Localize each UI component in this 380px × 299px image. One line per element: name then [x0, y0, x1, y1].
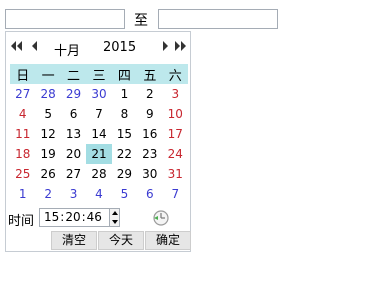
day-cell[interactable]: 4: [86, 184, 111, 204]
day-cell[interactable]: 15: [112, 124, 137, 144]
minute-field[interactable]: 20: [65, 209, 80, 226]
weekday-header: 四: [111, 64, 138, 84]
week-row: 11 12 13 14 15 16 17: [10, 124, 188, 144]
day-cell[interactable]: 1: [112, 84, 137, 104]
weekday-header: 日: [10, 64, 36, 84]
day-cell[interactable]: 4: [10, 104, 35, 124]
weekday-header: 三: [86, 64, 112, 84]
date-picker-popup: 十月 2015 日 一 二 三 四 五 六 27 28 29 30 1 2 3 …: [5, 31, 191, 252]
day-cell[interactable]: 28: [86, 164, 111, 184]
spin-up-icon[interactable]: [110, 209, 119, 218]
day-cell[interactable]: 6: [137, 184, 162, 204]
clock-icon[interactable]: [152, 209, 170, 227]
weekday-header: 五: [137, 64, 163, 84]
day-cell[interactable]: 9: [137, 104, 162, 124]
day-cell[interactable]: 27: [10, 84, 35, 104]
week-row: 27 28 29 30 1 2 3: [10, 84, 188, 104]
day-cell[interactable]: 16: [137, 124, 162, 144]
weekday-header-row: 日 一 二 三 四 五 六: [10, 64, 188, 84]
day-cell[interactable]: 2: [35, 184, 60, 204]
time-row: 时间 15:20:46: [6, 208, 190, 229]
day-cell[interactable]: 2: [137, 84, 162, 104]
day-cell[interactable]: 25: [10, 164, 35, 184]
start-date-input[interactable]: [5, 9, 125, 29]
day-cell[interactable]: 30: [137, 164, 162, 184]
day-cell[interactable]: 14: [86, 124, 111, 144]
day-cell[interactable]: 31: [163, 164, 188, 184]
day-cell[interactable]: 20: [61, 144, 86, 164]
day-cell[interactable]: 10: [163, 104, 188, 124]
next-year-icon[interactable]: [174, 40, 186, 52]
day-cell[interactable]: 28: [35, 84, 60, 104]
year-label[interactable]: 2015: [103, 40, 136, 55]
day-cell[interactable]: 5: [35, 104, 60, 124]
day-cell[interactable]: 23: [137, 144, 162, 164]
day-cell[interactable]: 30: [86, 84, 111, 104]
range-separator: 至: [134, 13, 148, 29]
day-cell[interactable]: 7: [163, 184, 188, 204]
month-label[interactable]: 十月: [54, 40, 80, 59]
selected-day-cell[interactable]: 21: [86, 144, 112, 164]
day-cell[interactable]: 3: [163, 84, 188, 104]
day-cell[interactable]: 29: [61, 84, 86, 104]
prev-year-icon[interactable]: [11, 40, 23, 52]
day-cell[interactable]: 12: [35, 124, 60, 144]
week-row: 1 2 3 4 5 6 7: [10, 184, 188, 204]
week-row: 25 26 27 28 29 30 31: [10, 164, 188, 184]
spin-down-icon[interactable]: [110, 218, 119, 227]
day-cell[interactable]: 19: [35, 144, 60, 164]
time-input[interactable]: 15:20:46: [39, 208, 110, 227]
time-spinner[interactable]: [110, 208, 120, 227]
day-cell[interactable]: 29: [112, 164, 137, 184]
weekday-header: 一: [35, 64, 61, 84]
ok-button[interactable]: 确定: [145, 231, 191, 250]
day-cell[interactable]: 24: [163, 144, 188, 164]
weekday-header: 六: [162, 64, 188, 84]
prev-month-icon[interactable]: [29, 40, 41, 52]
day-cell[interactable]: 5: [112, 184, 137, 204]
day-cell[interactable]: 13: [61, 124, 86, 144]
day-cell[interactable]: 18: [10, 144, 35, 164]
end-date-input[interactable]: [158, 9, 278, 29]
week-row: 18 19 20 21 22 23 24: [10, 144, 188, 164]
day-cell[interactable]: 26: [35, 164, 60, 184]
hour-field[interactable]: 15: [44, 209, 59, 226]
today-button[interactable]: 今天: [98, 231, 144, 250]
calendar-grid: 日 一 二 三 四 五 六 27 28 29 30 1 2 3 4 5 6 7 …: [10, 64, 188, 204]
week-row: 4 5 6 7 8 9 10: [10, 104, 188, 124]
weekday-header: 二: [60, 64, 87, 84]
second-field[interactable]: 46: [87, 209, 102, 226]
next-month-icon[interactable]: [159, 40, 171, 52]
day-cell[interactable]: 3: [61, 184, 86, 204]
day-cell[interactable]: 1: [10, 184, 35, 204]
day-cell[interactable]: 7: [86, 104, 111, 124]
clear-button[interactable]: 清空: [51, 231, 97, 250]
day-cell[interactable]: 11: [10, 124, 35, 144]
day-cell[interactable]: 8: [112, 104, 137, 124]
day-cell[interactable]: 27: [61, 164, 86, 184]
day-cell[interactable]: 22: [112, 144, 137, 164]
day-cell[interactable]: 17: [163, 124, 188, 144]
time-label: 时间: [8, 214, 35, 229]
day-cell[interactable]: 6: [61, 104, 86, 124]
